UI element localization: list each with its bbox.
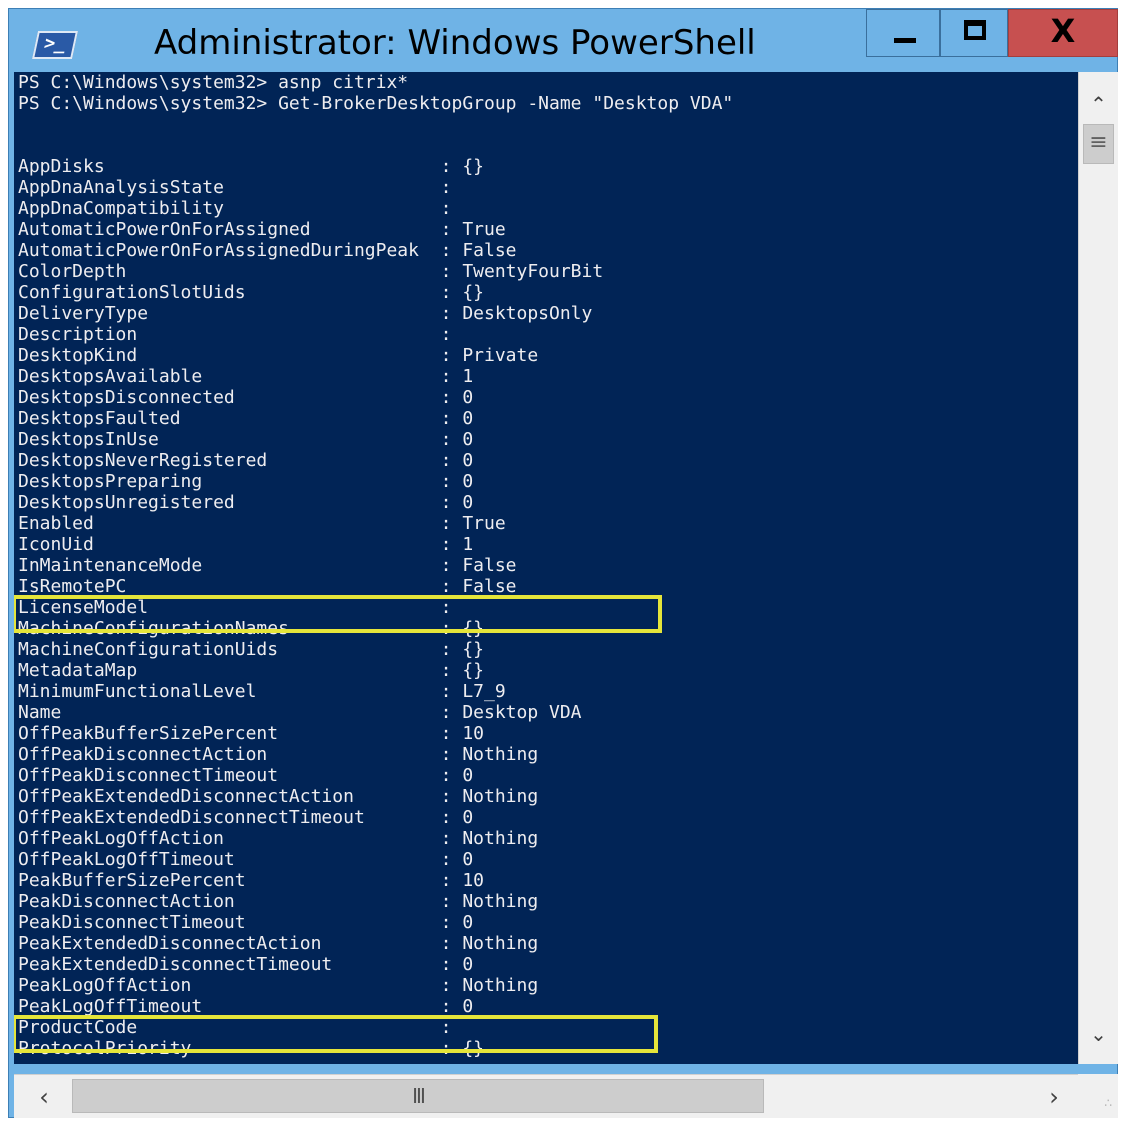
license-model-highlight-box (14, 595, 662, 633)
resize-grip-icon[interactable]: ∴ (1078, 1074, 1118, 1118)
console-line: DesktopsNeverRegistered : 0 (18, 450, 474, 471)
console-text: PS C:\Windows\system32> asnp citrix* PS … (18, 72, 733, 1059)
powershell-app-icon[interactable]: >_ (32, 31, 78, 59)
chevron-down-icon[interactable]: ⌄ (1079, 1014, 1118, 1054)
console-line: PeakDisconnectAction : Nothing (18, 891, 539, 912)
console-line: OffPeakLogOffAction : Nothing (18, 828, 539, 849)
console-line: InMaintenanceMode : False (18, 555, 517, 576)
console-line: ColorDepth : TwentyFourBit (18, 261, 604, 282)
console-line: OffPeakDisconnectTimeout : 0 (18, 765, 474, 786)
console-line: PeakLogOffAction : Nothing (18, 975, 539, 996)
console-line: PeakExtendedDisconnectTimeout : 0 (18, 954, 474, 975)
console-line: AppDnaCompatibility : (18, 198, 452, 219)
console-line: DesktopsPreparing : 0 (18, 471, 474, 492)
maximize-button[interactable] (940, 9, 1008, 57)
horizontal-scroll-thumb[interactable]: III (72, 1079, 764, 1113)
console-line: DesktopsFaulted : 0 (18, 408, 474, 429)
console-line: MachineConfigurationUids : {} (18, 639, 484, 660)
console-line: DesktopsInUse : 0 (18, 429, 474, 450)
console-line: PeakDisconnectTimeout : 0 (18, 912, 474, 933)
chevron-left-icon[interactable]: ‹ (20, 1075, 68, 1119)
console-line: ConfigurationSlotUids : {} (18, 282, 484, 303)
console-line: Name : Desktop VDA (18, 702, 582, 723)
horizontal-scrollbar[interactable]: ‹ III › (14, 1074, 1078, 1118)
console-line: DesktopsUnregistered : 0 (18, 492, 474, 513)
console-line: AutomaticPowerOnForAssignedDuringPeak : … (18, 240, 517, 261)
maximize-icon (964, 20, 986, 40)
vertical-scrollbar[interactable]: ⌃ ≡ ⌄ (1078, 72, 1118, 1064)
title-bar[interactable]: >_ Administrator: Windows PowerShell X (9, 9, 1118, 81)
console-line: Enabled : True (18, 513, 506, 534)
console-line: MetadataMap : {} (18, 660, 484, 681)
console-line: OffPeakBufferSizePercent : 10 (18, 723, 484, 744)
vertical-scroll-thumb[interactable]: ≡ (1083, 124, 1114, 164)
console-line: DesktopsDisconnected : 0 (18, 387, 474, 408)
console-line: PeakBufferSizePercent : 10 (18, 870, 484, 891)
window-title: Administrator: Windows PowerShell (154, 23, 756, 63)
console-line: PeakLogOffTimeout : 0 (18, 996, 474, 1017)
console-line: OffPeakExtendedDisconnectTimeout : 0 (18, 807, 474, 828)
console-line: DesktopsAvailable : 1 (18, 366, 474, 387)
console-line: DeliveryType : DesktopsOnly (18, 303, 593, 324)
console-line: PS C:\Windows\system32> Get-BrokerDeskto… (18, 93, 734, 114)
console-line: AppDisks : {} (18, 156, 484, 177)
console-line: MinimumFunctionalLevel : L7_9 (18, 681, 506, 702)
minimize-button[interactable] (866, 9, 940, 57)
chevron-right-icon[interactable]: › (1030, 1075, 1078, 1119)
console-line: OffPeakLogOffTimeout : 0 (18, 849, 474, 870)
console-line: OffPeakDisconnectAction : Nothing (18, 744, 539, 765)
console-line: AutomaticPowerOnForAssigned : True (18, 219, 506, 240)
close-icon: X (1050, 12, 1076, 50)
console-line: PS C:\Windows\system32> asnp citrix* (18, 72, 409, 93)
console-line: OffPeakExtendedDisconnectAction : Nothin… (18, 786, 539, 807)
console-line: AppDnaAnalysisState : (18, 177, 452, 198)
console-line: DesktopKind : Private (18, 345, 539, 366)
product-code-highlight-box (14, 1015, 658, 1053)
console-output-area[interactable]: PS C:\Windows\system32> asnp citrix* PS … (14, 72, 1078, 1064)
console-line: IconUid : 1 (18, 534, 474, 555)
chevron-up-icon[interactable]: ⌃ (1079, 84, 1118, 124)
console-line: Description : (18, 324, 452, 345)
close-button[interactable]: X (1008, 9, 1118, 57)
minimize-icon (894, 38, 916, 43)
console-line: PeakExtendedDisconnectAction : Nothing (18, 933, 539, 954)
console-line: IsRemotePC : False (18, 576, 517, 597)
